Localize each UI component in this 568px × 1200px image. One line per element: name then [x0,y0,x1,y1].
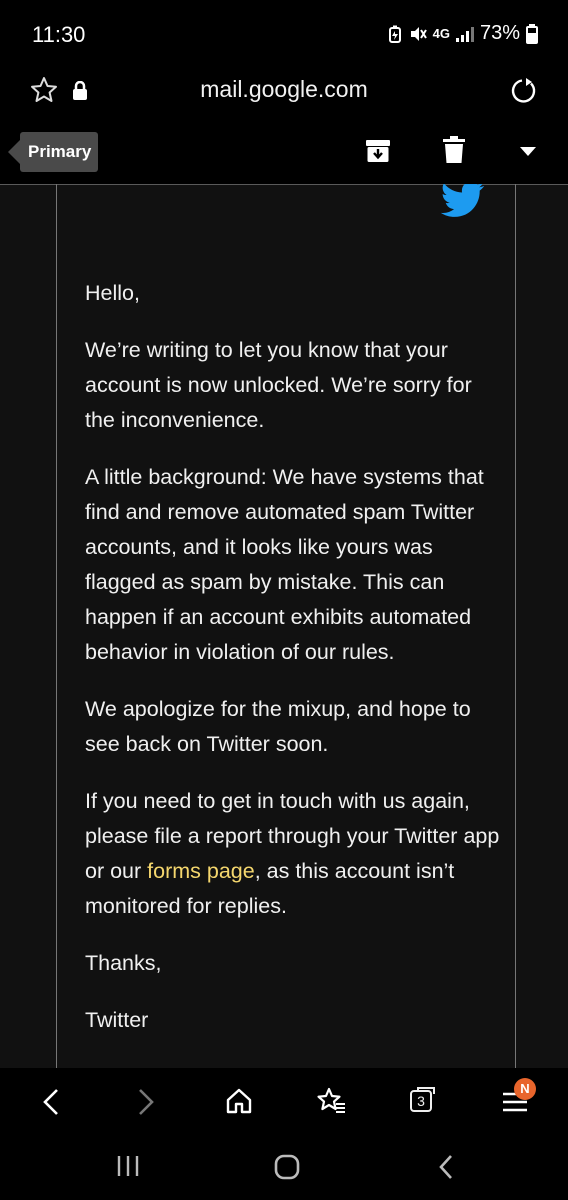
bookmarks-icon[interactable] [316,1087,346,1115]
battery-saver-icon [388,25,401,43]
email-paragraph-background: A little background: We have systems tha… [85,465,484,664]
twitter-bird-icon [441,184,485,217]
email-paragraph-apology: We apologize for the mixup, and hope to … [85,697,471,756]
email-signoff: Thanks, [85,951,162,975]
forms-page-link[interactable]: forms page [147,859,255,883]
email-body: Hello, We’re writing to let you know tha… [85,276,505,1060]
system-home-icon[interactable] [274,1154,300,1180]
delete-icon[interactable] [443,136,465,164]
email-signature: Twitter [85,1008,149,1032]
battery-icon [526,23,538,44]
browser-bottom-nav: 3 N [0,1068,568,1134]
browser-url-bar: mail.google.com [0,60,568,122]
mail-toolbar: Primary [0,122,568,185]
signal-icon [455,26,474,42]
primary-label-tag[interactable]: Primary [8,132,98,172]
url-text[interactable]: mail.google.com [0,76,568,103]
back-arrow-icon[interactable] [42,1088,60,1116]
archive-icon[interactable] [365,138,391,164]
status-time: 11:30 [32,22,86,47]
status-icons: 4G 73% [387,22,538,45]
email-content-frame: Hello, We’re writing to let you know tha… [56,184,516,1068]
forward-arrow-icon[interactable] [137,1088,155,1116]
mute-icon [410,26,427,41]
email-greeting: Hello, [85,281,140,305]
recent-apps-icon[interactable] [117,1154,139,1178]
battery-percent: 73% [479,22,520,44]
network-label: 4G [432,26,450,41]
system-back-icon[interactable] [438,1154,454,1180]
home-icon[interactable] [225,1088,253,1114]
system-nav-bar [0,1134,568,1200]
status-bar: 11:30 4G 73% [0,0,568,60]
email-paragraph-contact: If you need to get in touch with us agai… [85,784,505,924]
more-dropdown-icon[interactable] [520,147,536,157]
reload-icon[interactable] [510,77,538,105]
notification-badge: N [514,1078,536,1100]
tabs-count[interactable]: 3 [410,1090,432,1112]
email-paragraph-unlocked: We’re writing to let you know that your … [85,338,472,432]
